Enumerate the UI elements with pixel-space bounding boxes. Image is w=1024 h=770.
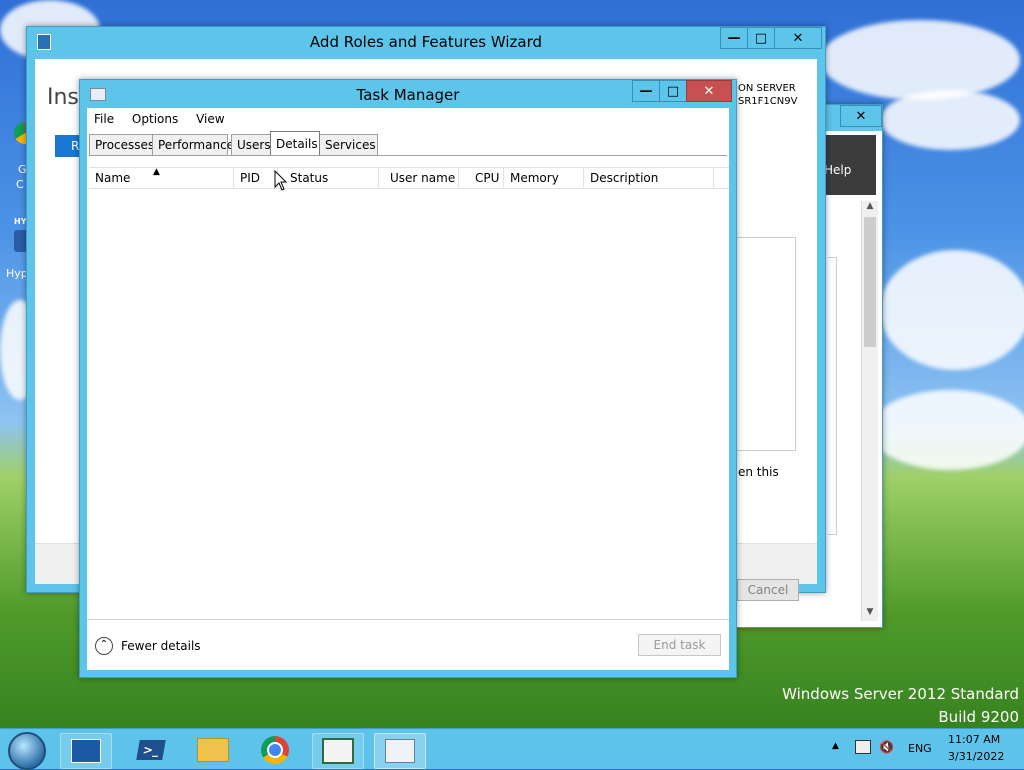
cloud: [880, 250, 1024, 370]
start-orb-icon[interactable]: [8, 732, 46, 770]
column-header-pid[interactable]: PID: [234, 168, 278, 188]
task-manager-body: File Options View Processes Performance …: [87, 108, 729, 670]
powershell-icon[interactable]: >_: [126, 733, 176, 767]
clock-time[interactable]: 11:07 AM: [948, 733, 1000, 746]
scroll-thumb[interactable]: [864, 217, 876, 347]
help-label[interactable]: Help: [824, 163, 851, 177]
task-manager-titlebar[interactable]: Task Manager — □ ✕: [80, 80, 736, 108]
os-watermark-line2: Build 9200: [938, 708, 1019, 726]
wizard-footer-text: en this: [738, 465, 779, 479]
powershell-glyph: >_: [136, 740, 166, 760]
task-manager-maximize-button[interactable]: □: [659, 80, 687, 102]
fewer-details-label: Fewer details: [121, 639, 201, 653]
console-glyph: [322, 738, 354, 764]
column-header-cpu[interactable]: CPU: [469, 168, 504, 188]
volume-muted-icon[interactable]: 🔇: [879, 739, 895, 755]
task-manager-footer: ⌃ Fewer details End task: [87, 619, 729, 670]
language-indicator[interactable]: ENG: [908, 742, 932, 755]
tab-services[interactable]: Services: [319, 134, 378, 155]
show-hidden-icons-button[interactable]: ▲: [832, 741, 839, 751]
help-panel: Help: [822, 135, 876, 195]
network-icon[interactable]: [855, 740, 871, 754]
process-list[interactable]: [89, 189, 729, 619]
tab-strip: Processes Performance Users Services Det…: [89, 131, 729, 156]
column-header-memory[interactable]: Memory (p...: [504, 168, 584, 205]
console-icon[interactable]: [312, 733, 364, 769]
wizard-heading: Ins: [47, 85, 79, 110]
mouse-cursor-icon: [274, 170, 288, 191]
column-header-name[interactable]: Name ▲: [89, 167, 234, 188]
cloud: [870, 390, 1024, 470]
column-header-username[interactable]: User name: [384, 168, 459, 188]
wizard-close-button[interactable]: ✕: [774, 27, 822, 49]
menu-file[interactable]: File: [94, 112, 114, 126]
clock-date[interactable]: 3/31/2022: [948, 750, 1004, 763]
wizard-titlebar[interactable]: Add Roles and Features Wizard — □ ✕: [27, 27, 825, 55]
server-manager-icon[interactable]: [60, 733, 112, 769]
server-manager-glyph: [71, 739, 101, 763]
end-task-button[interactable]: End task: [638, 634, 721, 656]
chrome-glyph: [261, 736, 289, 764]
tab-processes[interactable]: Processes: [89, 134, 154, 155]
fewer-details-toggle[interactable]: ⌃ Fewer details: [95, 636, 201, 656]
wizard-content-frame: [737, 237, 796, 451]
destination-server-name: SR1F1CN9V: [738, 96, 798, 107]
column-header-status[interactable]: Status: [284, 168, 379, 188]
help-scrollbar[interactable]: ▲ ▼: [861, 201, 878, 621]
help-content-frame: [828, 257, 837, 535]
cancel-button[interactable]: Cancel: [737, 579, 799, 601]
column-header-description[interactable]: Description: [584, 168, 714, 188]
scroll-up-icon[interactable]: ▲: [862, 201, 878, 215]
menu-view[interactable]: View: [196, 112, 224, 126]
help-window-close-button[interactable]: ✕: [840, 105, 882, 127]
chrome-icon[interactable]: [250, 733, 300, 767]
tab-strip-divider: [89, 155, 727, 156]
tab-performance[interactable]: Performance: [152, 134, 234, 155]
file-explorer-glyph: [197, 738, 229, 762]
tab-users[interactable]: Users: [231, 134, 271, 155]
tab-details[interactable]: Details: [270, 131, 320, 156]
wizard-maximize-button[interactable]: □: [747, 27, 775, 49]
taskbar: >_ ▲ 🔇 ENG 11:07 AM 3/31/2022: [0, 728, 1024, 770]
chevron-up-icon: ⌃: [95, 637, 113, 655]
wizard-title: Add Roles and Features Wizard: [309, 33, 543, 51]
os-watermark-line1: Windows Server 2012 Standard: [782, 685, 1019, 703]
desktop-icon-label: HY: [14, 217, 27, 226]
task-manager-close-button[interactable]: ✕: [686, 80, 732, 102]
column-header-row: Name ▲ PID Status User name CPU Memory (…: [89, 167, 729, 205]
task-manager-window: Task Manager — □ ✕ File Options View Pro…: [79, 79, 737, 678]
desktop-icon-label: C: [16, 178, 24, 191]
task-manager-glyph: [385, 739, 415, 763]
task-manager-taskbar-icon[interactable]: [374, 733, 426, 769]
file-explorer-icon[interactable]: [188, 733, 238, 767]
task-manager-minimize-button[interactable]: —: [632, 80, 660, 102]
column-header-name-label: Name: [95, 171, 131, 185]
cloud: [820, 20, 1020, 100]
scroll-down-icon[interactable]: ▼: [862, 607, 878, 621]
destination-server-label: ON SERVER: [738, 83, 796, 94]
wizard-minimize-button[interactable]: —: [720, 27, 748, 49]
cloud: [880, 90, 1020, 150]
menu-options[interactable]: Options: [132, 112, 178, 126]
desktop-icon-label: Hyp: [6, 267, 28, 280]
sort-ascending-icon: ▲: [153, 167, 160, 177]
menu-bar: File Options View: [94, 112, 239, 128]
